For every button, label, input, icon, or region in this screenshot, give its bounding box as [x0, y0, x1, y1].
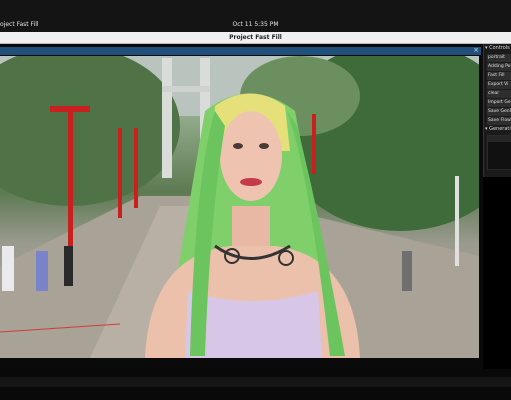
image-viewport[interactable] [0, 56, 479, 358]
portrait-photo [0, 56, 479, 358]
generations-list[interactable] [487, 135, 511, 170]
viewport-close-icon[interactable]: × [473, 46, 479, 55]
bridge-crossbeam [162, 86, 210, 92]
portrait-button[interactable]: portrait [487, 54, 511, 62]
subject-lips [240, 178, 262, 186]
right-side-panel: ▾ Controls portrait Adding Po Fast Fill … [483, 44, 511, 177]
generations-section-header[interactable]: ▾ Generati [484, 125, 511, 134]
subject-eye [233, 143, 243, 149]
system-menubar: oject Fast Fill Oct 11 5:35 PM [0, 0, 511, 32]
pedestrian [402, 251, 412, 291]
lamp-post [118, 128, 122, 218]
bottom-strip [0, 377, 511, 387]
pedestrian [64, 246, 73, 286]
lamp-post [134, 128, 138, 208]
lamp-post [68, 108, 73, 248]
bottom-bar [0, 369, 511, 400]
adding-points-button[interactable]: Adding Po [487, 63, 511, 71]
controls-section-header[interactable]: ▾ Controls [484, 44, 511, 53]
pedestrian [36, 251, 48, 291]
viewport-header[interactable]: × [0, 46, 481, 55]
menubar-clock[interactable]: Oct 11 5:35 PM [0, 21, 511, 28]
light-pole [455, 176, 459, 266]
pedestrian [2, 246, 14, 291]
save-genfill-button[interactable]: Save GenF [487, 108, 511, 116]
generation-item[interactable] [488, 136, 511, 142]
window-title: Project Fast Fill [229, 34, 282, 41]
lamp-post [312, 114, 316, 174]
subject-face [220, 111, 282, 201]
save-flow-button[interactable]: Save Flow [487, 117, 511, 125]
window-titlebar[interactable]: Project Fast Fill [0, 32, 511, 44]
export-button[interactable]: Export Vi [487, 81, 511, 89]
bridge-tower-left [162, 58, 172, 178]
subject-neck [232, 206, 270, 251]
clear-button[interactable]: clear [487, 90, 511, 98]
fast-fill-button[interactable]: Fast Fill [487, 72, 511, 80]
subject-eye [259, 143, 269, 149]
lamp-post [50, 106, 90, 112]
left-trees [0, 56, 180, 206]
import-button[interactable]: Import Gen [487, 99, 511, 107]
